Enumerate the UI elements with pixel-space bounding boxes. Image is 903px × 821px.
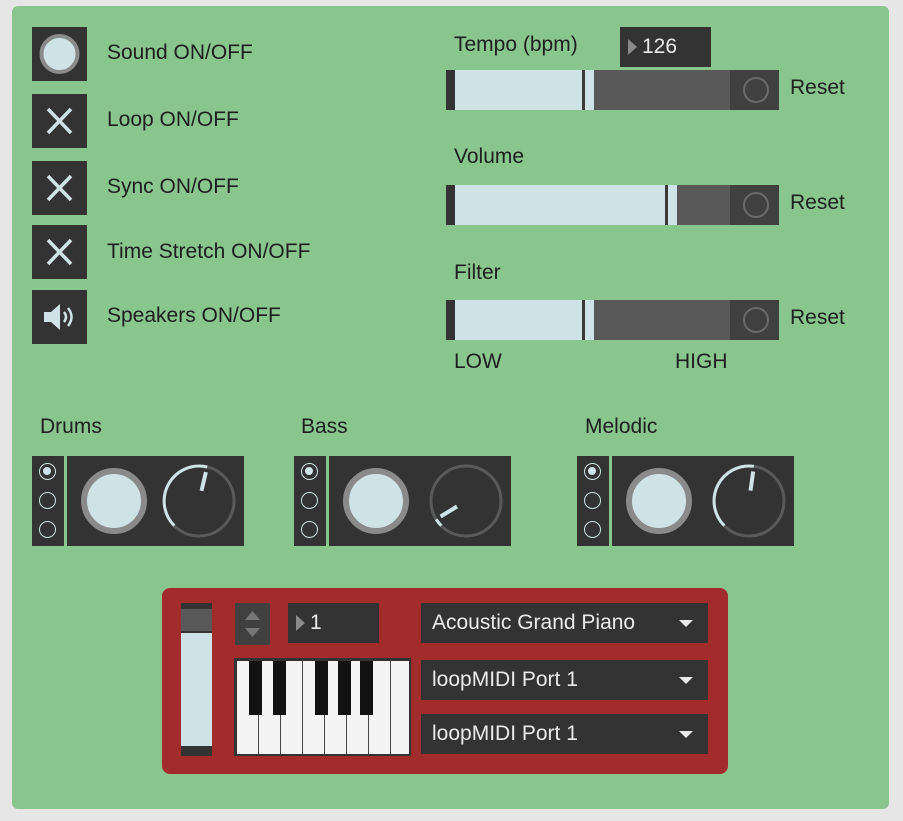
bass-label: Bass [301,415,348,438]
midi-output-value: loopMIDI Port 1 [432,722,578,745]
filter-slider[interactable] [446,300,779,340]
drums-radio-3[interactable] [39,521,56,538]
volume-slider-fill [446,185,677,225]
white-key[interactable] [391,661,409,754]
midi-input-dropdown[interactable]: loopMIDI Port 1 [421,660,708,700]
black-key[interactable] [249,661,262,715]
sync-toggle-label: Sync ON/OFF [107,175,239,198]
drums-label: Drums [40,415,102,438]
tempo-value: 126 [642,35,678,58]
bass-radio-3[interactable] [301,521,318,538]
tempo-reset-label[interactable]: Reset [790,76,845,100]
x-icon [46,107,73,135]
up-down-arrows-icon [245,611,260,637]
x-icon [46,238,73,266]
time-stretch-toggle-label: Time Stretch ON/OFF [107,240,311,263]
circle-icon [39,34,80,74]
instrument-dropdown[interactable]: Acoustic Grand Piano [421,603,708,643]
black-key[interactable] [360,661,373,715]
black-key[interactable] [273,661,286,715]
midi-keyboard-panel: 1 Acoustic Grand Piano loopMIDI Port 1 l… [162,588,728,774]
channel-value: 1 [310,611,322,634]
bass-button[interactable] [343,468,409,534]
tempo-number-box[interactable]: 126 [620,27,711,67]
filter-slider-handle[interactable] [582,300,585,340]
drums-radio-2[interactable] [39,492,56,509]
drums-button[interactable] [81,468,147,534]
sound-toggle[interactable] [32,27,87,81]
midi-output-dropdown[interactable]: loopMIDI Port 1 [421,714,708,754]
chevron-down-icon [679,620,693,627]
black-key[interactable] [338,661,351,715]
bass-controls [329,456,511,546]
melodic-label: Melodic [585,415,658,438]
filter-reset-label[interactable]: Reset [790,306,845,330]
black-key[interactable] [315,661,328,715]
channel-stepper[interactable] [235,603,270,645]
filter-label: Filter [454,261,501,284]
melodic-radio-3[interactable] [584,521,601,538]
velocity-slider[interactable] [181,603,212,756]
tempo-slider-fill [446,70,594,110]
bass-radio-1[interactable] [301,463,318,480]
sync-toggle[interactable] [32,161,87,215]
chevron-down-icon [679,731,693,738]
x-icon [46,174,73,202]
volume-label: Volume [454,145,525,168]
drums-controls [67,456,244,546]
volume-reset-label[interactable]: Reset [790,191,845,215]
tempo-reset-knob[interactable] [730,70,779,110]
tempo-label: Tempo (bpm) [454,33,578,56]
piano-keyboard[interactable] [234,658,411,756]
speaker-icon [44,304,73,330]
melodic-radio-1[interactable] [584,463,601,480]
melodic-controls [612,456,794,546]
speakers-toggle-label: Speakers ON/OFF [107,304,281,327]
melodic-radio-group[interactable] [577,456,609,546]
melodic-button[interactable] [626,468,692,534]
drums-radio-1[interactable] [39,463,56,480]
chevron-down-icon [679,677,693,684]
volume-reset-knob[interactable] [730,185,779,225]
slider-edge [446,70,455,110]
tempo-slider-handle[interactable] [582,70,585,110]
loop-toggle[interactable] [32,94,87,148]
speakers-toggle[interactable] [32,290,87,344]
instrument-value: Acoustic Grand Piano [432,611,636,634]
loop-toggle-label: Loop ON/OFF [107,108,239,131]
volume-slider-handle[interactable] [665,185,668,225]
sound-toggle-label: Sound ON/OFF [107,41,253,64]
triangle-right-icon [628,39,637,55]
triangle-right-icon [296,615,305,631]
bass-dial[interactable] [429,464,503,538]
bass-radio-group[interactable] [294,456,326,546]
filter-high-label: HIGH [675,350,728,373]
midi-input-value: loopMIDI Port 1 [432,668,578,691]
filter-slider-fill [446,300,594,340]
drums-dial[interactable] [162,464,236,538]
melodic-radio-2[interactable] [584,492,601,509]
channel-number-box[interactable]: 1 [288,603,379,643]
filter-reset-knob[interactable] [730,300,779,340]
tempo-slider[interactable] [446,70,779,110]
filter-low-label: LOW [454,350,502,373]
volume-slider[interactable] [446,185,779,225]
melodic-dial[interactable] [712,464,786,538]
drums-radio-group[interactable] [32,456,64,546]
bass-radio-2[interactable] [301,492,318,509]
slider-edge [446,185,455,225]
slider-edge [446,300,455,340]
time-stretch-toggle[interactable] [32,225,87,279]
